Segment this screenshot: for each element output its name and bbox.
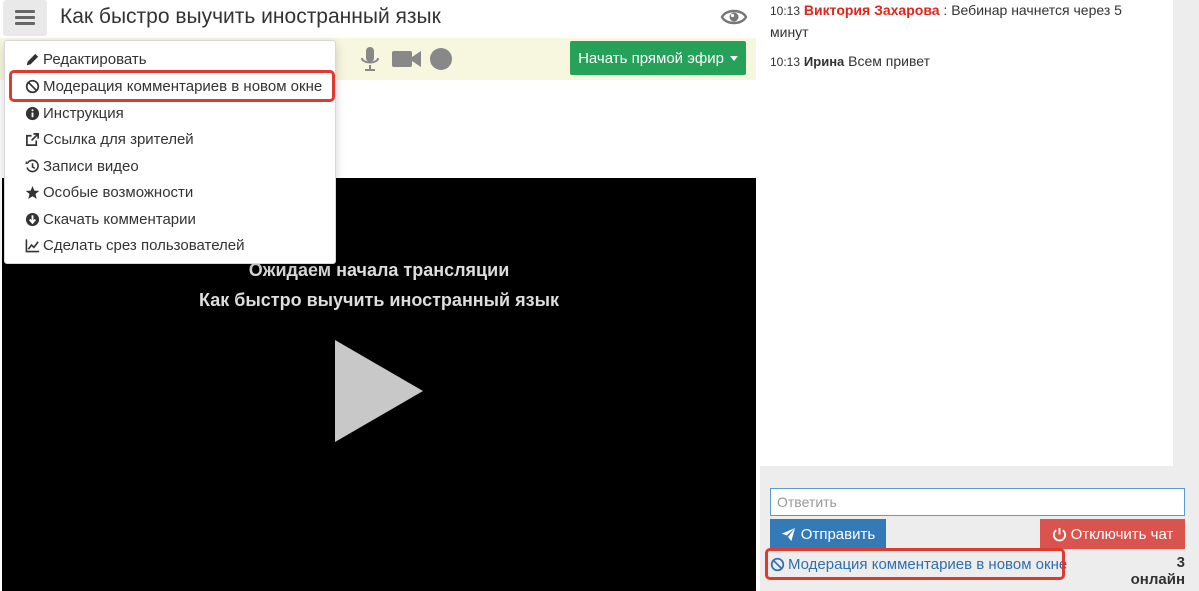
history-icon <box>25 158 39 172</box>
page-title: Как быстро выучить иностранный язык <box>60 5 441 28</box>
play-icon[interactable] <box>335 340 423 442</box>
line-chart-icon <box>25 238 40 252</box>
settings-dropdown-menu: Редактировать Модерация комментариев в н… <box>4 40 336 264</box>
microphone-icon[interactable] <box>357 46 383 72</box>
menu-item-user-snapshot[interactable]: Сделать срез пользователей <box>25 233 245 257</box>
menu-item-viewer-link[interactable]: Ссылка для зрителей <box>25 127 194 151</box>
download-circle-icon <box>25 212 40 226</box>
webinar-panel: Как быстро выучить иностранный язык Нача… <box>0 0 760 591</box>
star-icon <box>25 185 40 199</box>
chat-message: 10:13 Виктория Захарова : Вебинар начнет… <box>770 0 1160 43</box>
menu-highlight-box <box>9 70 335 102</box>
disable-chat-button[interactable]: Отключить чат <box>1040 519 1185 549</box>
menu-item-instructions[interactable]: Инструкция <box>25 101 124 125</box>
menu-item-special-features[interactable]: Особые возможности <box>25 180 193 204</box>
menu-item-edit[interactable]: Редактировать <box>25 47 147 71</box>
message-author[interactable]: Виктория Захарова <box>804 2 940 18</box>
pencil-icon <box>26 53 39 65</box>
message-time: 10:13 <box>770 55 801 69</box>
message-text: Всем привет <box>848 53 931 69</box>
disable-chat-label: Отключить чат <box>1070 525 1174 543</box>
hamburger-menu-icon[interactable] <box>3 0 47 36</box>
video-camera-icon[interactable] <box>391 46 423 72</box>
message-time: 10:13 <box>770 4 801 18</box>
info-circle-icon <box>25 106 40 120</box>
start-live-button[interactable]: Начать прямой эфир <box>570 41 746 75</box>
start-live-label: Начать прямой эфир <box>578 49 724 67</box>
chat-panel: 10:13 Виктория Захарова : Вебинар начнет… <box>760 0 1199 591</box>
chat-messages[interactable]: 10:13 Виктория Захарова : Вебинар начнет… <box>760 0 1173 466</box>
eye-icon[interactable] <box>720 6 748 28</box>
header-bar: Как быстро выучить иностранный язык <box>0 0 760 38</box>
send-button[interactable]: Отправить <box>770 519 886 549</box>
video-title: Как быстро выучить иностранный язык <box>199 290 559 310</box>
menu-item-video-records[interactable]: Записи видео <box>25 154 139 178</box>
external-link-icon <box>26 132 39 146</box>
reply-input[interactable]: Ответить <box>770 488 1185 516</box>
send-label: Отправить <box>800 525 876 543</box>
message-separator: : <box>939 2 952 18</box>
message-author[interactable]: Ирина <box>804 54 844 69</box>
caret-down-icon <box>729 55 738 61</box>
power-icon <box>1052 527 1066 541</box>
online-count: 3 онлайн <box>1130 554 1185 588</box>
moderation-highlight-box <box>765 548 1065 580</box>
menu-item-download-comments[interactable]: Скачать комментарии <box>25 207 196 231</box>
record-circle-icon[interactable] <box>428 46 454 72</box>
chat-message: 10:13 Ирина Всем привет <box>770 51 1160 73</box>
paper-plane-icon <box>781 527 795 541</box>
